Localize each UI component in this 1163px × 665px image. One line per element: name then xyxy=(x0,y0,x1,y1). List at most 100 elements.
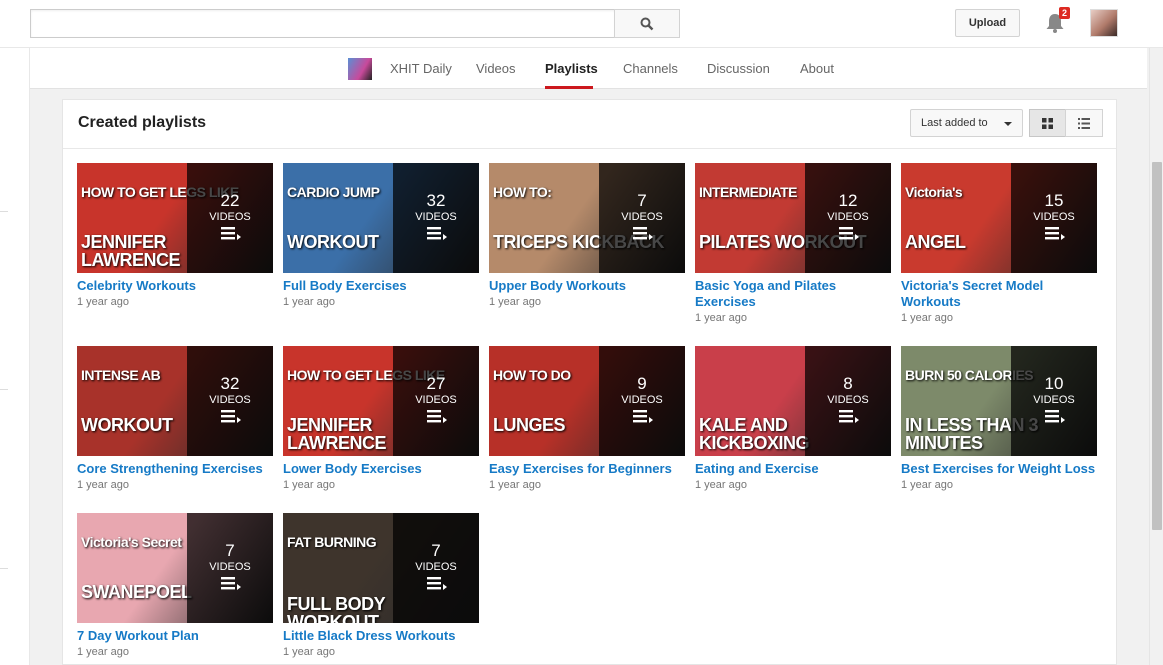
tab-videos[interactable]: Videos xyxy=(476,61,516,76)
playlist-icon xyxy=(221,410,241,423)
playlist-count-overlay: 7 VIDEOS xyxy=(187,513,273,623)
playlist-title-link[interactable]: Eating and Exercise xyxy=(695,461,891,477)
tab-channels[interactable]: Channels xyxy=(623,61,678,76)
section-title: Created playlists xyxy=(78,114,207,131)
playlist-updated-time: 1 year ago xyxy=(695,312,747,324)
masthead: Upload 2 xyxy=(0,0,1163,48)
grid-icon xyxy=(1042,117,1053,129)
grid-view-button[interactable] xyxy=(1029,109,1066,137)
video-count-label: VIDEOS xyxy=(1033,394,1075,406)
video-count-label: VIDEOS xyxy=(209,561,251,573)
playlist-thumbnail[interactable]: BURN 50 CALORIES IN LESS THAN 3 MINUTES … xyxy=(901,346,1097,456)
channel-name-link[interactable]: XHIT Daily xyxy=(390,61,452,76)
tab-about[interactable]: About xyxy=(800,61,834,76)
playlist-card[interactable]: BURN 50 CALORIES IN LESS THAN 3 MINUTES … xyxy=(901,346,1097,491)
playlist-card[interactable]: FAT BURNING FULL BODY WORKOUT 7 VIDEOS L… xyxy=(283,513,479,658)
playlist-title-link[interactable]: Celebrity Workouts xyxy=(77,278,273,294)
video-count-label: VIDEOS xyxy=(209,211,251,223)
video-count-label: VIDEOS xyxy=(621,211,663,223)
active-tab-indicator xyxy=(545,86,593,89)
playlist-card[interactable]: INTERMEDIATE PILATES WORKOUT 12 VIDEOS B… xyxy=(695,163,891,324)
playlist-title-link[interactable]: Lower Body Exercises xyxy=(283,461,479,477)
video-count-label: VIDEOS xyxy=(621,394,663,406)
playlist-title-link[interactable]: Basic Yoga and Pilates Exercises xyxy=(695,278,891,310)
playlist-thumbnail[interactable]: CARDIO JUMP WORKOUT 32 VIDEOS xyxy=(283,163,479,273)
playlist-title-link[interactable]: Best Exercises for Weight Loss xyxy=(901,461,1097,477)
playlist-card[interactable]: HOW TO GET LEGS LIKE JENNIFER LAWRENCE 2… xyxy=(283,346,479,491)
search-button[interactable] xyxy=(614,9,680,38)
playlist-updated-time: 1 year ago xyxy=(695,479,747,491)
video-count: 7 xyxy=(431,541,441,560)
scrollbar[interactable] xyxy=(1149,48,1163,665)
list-view-button[interactable] xyxy=(1065,109,1103,137)
video-count: 7 xyxy=(225,541,235,560)
playlist-thumbnail[interactable]: INTENSE AB WORKOUT 32 VIDEOS xyxy=(77,346,273,456)
playlist-card[interactable]: HOW TO GET LEGS LIKE JENNIFER LAWRENCE 2… xyxy=(77,163,273,308)
playlist-title-link[interactable]: Core Strengthening Exercises xyxy=(77,461,273,477)
video-count: 9 xyxy=(637,374,647,393)
video-count: 7 xyxy=(637,191,647,210)
playlist-card[interactable]: HOW TO DO LUNGES 9 VIDEOS Easy Exercises… xyxy=(489,346,685,491)
video-count: 8 xyxy=(843,374,853,393)
tab-playlists[interactable]: Playlists xyxy=(545,61,598,76)
playlist-card[interactable]: INTENSE AB WORKOUT 32 VIDEOS Core Streng… xyxy=(77,346,273,491)
playlist-card[interactable]: Victoria's ANGEL 15 VIDEOS Victoria's Se… xyxy=(901,163,1097,324)
search-input[interactable] xyxy=(30,9,615,38)
tab-discussion[interactable]: Discussion xyxy=(707,61,770,76)
playlist-updated-time: 1 year ago xyxy=(77,479,129,491)
playlist-updated-time: 1 year ago xyxy=(283,646,335,658)
video-count-label: VIDEOS xyxy=(827,211,869,223)
playlist-title-link[interactable]: Little Black Dress Workouts xyxy=(283,628,479,644)
playlist-icon xyxy=(221,577,241,590)
channel-nav: XHIT Daily Videos Playlists Channels Dis… xyxy=(30,48,1147,89)
playlist-count-overlay: 10 VIDEOS xyxy=(1011,346,1097,456)
playlist-title-link[interactable]: Easy Exercises for Beginners xyxy=(489,461,685,477)
scrollbar-thumb[interactable] xyxy=(1152,162,1162,530)
divider xyxy=(0,211,8,212)
channel-thumbnail[interactable] xyxy=(348,58,372,80)
playlist-updated-time: 1 year ago xyxy=(901,479,953,491)
playlist-icon xyxy=(839,227,859,240)
playlist-count-overlay: 9 VIDEOS xyxy=(599,346,685,456)
video-count-label: VIDEOS xyxy=(415,394,457,406)
playlist-title-link[interactable]: Full Body Exercises xyxy=(283,278,479,294)
playlist-thumbnail[interactable]: HOW TO GET LEGS LIKE JENNIFER LAWRENCE 2… xyxy=(77,163,273,273)
search-icon xyxy=(640,17,654,30)
playlist-title-link[interactable]: Victoria's Secret Model Workouts xyxy=(901,278,1097,310)
playlist-updated-time: 1 year ago xyxy=(901,312,953,324)
playlist-thumbnail[interactable]: INTERMEDIATE PILATES WORKOUT 12 VIDEOS xyxy=(695,163,891,273)
playlist-thumbnail[interactable]: KALE AND KICKBOXING 8 VIDEOS xyxy=(695,346,891,456)
playlist-thumbnail[interactable]: FAT BURNING FULL BODY WORKOUT 7 VIDEOS xyxy=(283,513,479,623)
video-count: 15 xyxy=(1044,191,1064,210)
chevron-down-icon xyxy=(1004,122,1012,126)
video-count-label: VIDEOS xyxy=(209,394,251,406)
playlist-thumbnail[interactable]: HOW TO DO LUNGES 9 VIDEOS xyxy=(489,346,685,456)
playlist-title-link[interactable]: Upper Body Workouts xyxy=(489,278,685,294)
playlist-card[interactable]: Victoria's Secret SWANEPOEL 7 VIDEOS 7 D… xyxy=(77,513,273,658)
playlist-count-overlay: 27 VIDEOS xyxy=(393,346,479,456)
video-count: 10 xyxy=(1044,374,1064,393)
video-count: 12 xyxy=(838,191,858,210)
playlist-card[interactable]: CARDIO JUMP WORKOUT 32 VIDEOS Full Body … xyxy=(283,163,479,308)
upload-button[interactable]: Upload xyxy=(955,9,1020,37)
playlist-icon xyxy=(1045,227,1065,240)
playlist-thumbnail[interactable]: Victoria's ANGEL 15 VIDEOS xyxy=(901,163,1097,273)
avatar[interactable] xyxy=(1090,9,1118,37)
playlist-thumbnail[interactable]: HOW TO GET LEGS LIKE JENNIFER LAWRENCE 2… xyxy=(283,346,479,456)
playlist-thumbnail[interactable]: Victoria's Secret SWANEPOEL 7 VIDEOS xyxy=(77,513,273,623)
video-count-label: VIDEOS xyxy=(415,211,457,223)
playlist-count-overlay: 8 VIDEOS xyxy=(805,346,891,456)
playlist-updated-time: 1 year ago xyxy=(77,646,129,658)
sort-dropdown[interactable]: Last added to xyxy=(910,109,1023,137)
playlist-card[interactable]: HOW TO: TRICEPS KICKBACK 7 VIDEOS Upper … xyxy=(489,163,685,308)
playlist-updated-time: 1 year ago xyxy=(489,479,541,491)
playlist-thumbnail[interactable]: HOW TO: TRICEPS KICKBACK 7 VIDEOS xyxy=(489,163,685,273)
playlist-icon xyxy=(427,227,447,240)
video-count-label: VIDEOS xyxy=(1033,211,1075,223)
playlist-title-link[interactable]: 7 Day Workout Plan xyxy=(77,628,273,644)
playlist-icon xyxy=(1045,410,1065,423)
playlist-count-overlay: 15 VIDEOS xyxy=(1011,163,1097,273)
playlist-updated-time: 1 year ago xyxy=(489,296,541,308)
video-count: 32 xyxy=(426,191,446,210)
playlist-card[interactable]: KALE AND KICKBOXING 8 VIDEOS Eating and … xyxy=(695,346,891,491)
